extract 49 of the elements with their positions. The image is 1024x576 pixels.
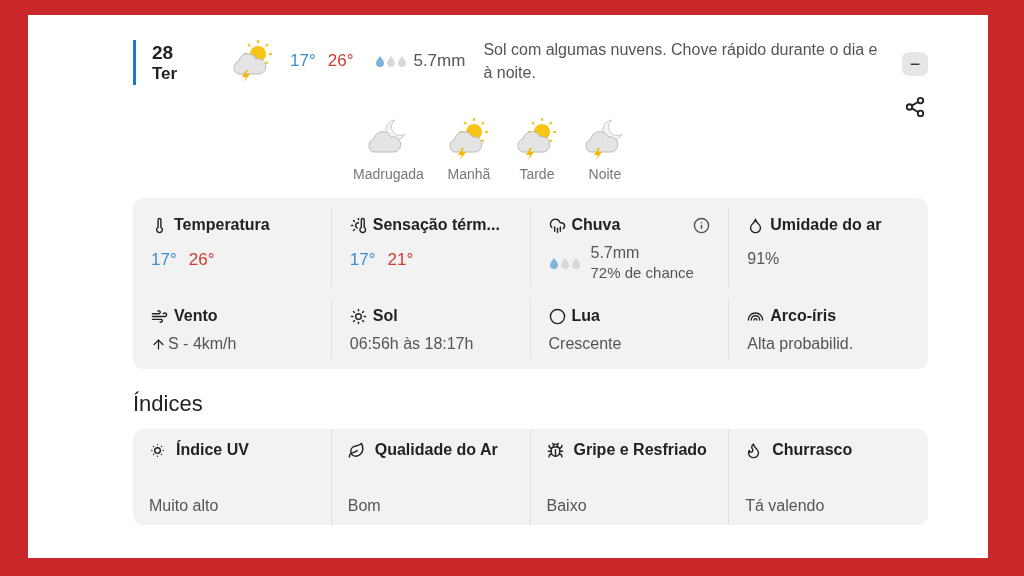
detail-title: Sol	[372, 307, 398, 325]
sun-icon	[349, 307, 367, 325]
index-title: Gripe e Resfriado	[573, 441, 707, 459]
detail-title: Vento	[174, 307, 218, 325]
thermometer-icon	[349, 216, 367, 234]
detail-title: Arco-íris	[770, 307, 837, 325]
detail-title: Umidade do ar	[770, 216, 882, 234]
min-value: 17°	[349, 250, 376, 270]
period-label: Tarde	[519, 166, 555, 182]
cloud-rain-icon	[548, 216, 566, 234]
day-number: 28	[152, 41, 175, 64]
bug-icon	[546, 441, 564, 459]
index-value: Muito alto	[149, 497, 220, 515]
period-label: Madrugada	[353, 166, 424, 182]
detail-value: Alta probabilid.	[747, 335, 855, 353]
weekday: Ter	[152, 63, 179, 84]
period-label: Manhã	[447, 166, 491, 182]
detail-title: Temperatura	[174, 216, 270, 234]
detail-title: Sensação térm...	[372, 216, 500, 234]
share-button[interactable]	[904, 96, 926, 118]
index-value: Bom	[347, 497, 382, 515]
index-value: Baixo	[546, 497, 588, 515]
index-title: Qualidade do Ar	[374, 441, 498, 459]
circle-icon	[548, 307, 566, 325]
rain-amount: 5.7mm	[413, 51, 466, 71]
max-value: 26°	[188, 250, 215, 270]
max-value: 21°	[387, 250, 414, 270]
detail-value: 91%	[747, 250, 781, 268]
section-title: Índices	[133, 391, 204, 417]
rain-chance: 72% de chance	[590, 264, 694, 281]
rain-amount: 5.7mm	[590, 244, 641, 262]
wind-icon	[151, 307, 168, 325]
collapse-button[interactable]: −	[902, 52, 928, 76]
index-value: Tá valendo	[745, 497, 826, 515]
min-value: 17°	[151, 250, 177, 270]
min-temp: 17°	[290, 51, 316, 71]
detail-title: Lua	[571, 307, 600, 325]
forecast-description: Sol com algumas nuvens. Chove rápido durante o dia e à noite.	[483, 40, 879, 83]
info-icon[interactable]	[693, 216, 711, 234]
detail-value: 06:56h às 18:17h	[349, 335, 475, 353]
max-temp: 26°	[327, 51, 354, 71]
sun-icon	[149, 441, 166, 459]
leaf-icon	[347, 441, 365, 459]
period-label: Noite	[588, 166, 622, 182]
detail-value: S - 4km/h	[168, 335, 237, 353]
index-title: Churrasco	[772, 441, 853, 459]
detail-value: Crescente	[548, 335, 623, 353]
detail-title: Chuva	[571, 216, 621, 234]
index-title: Índice UV	[176, 441, 249, 459]
